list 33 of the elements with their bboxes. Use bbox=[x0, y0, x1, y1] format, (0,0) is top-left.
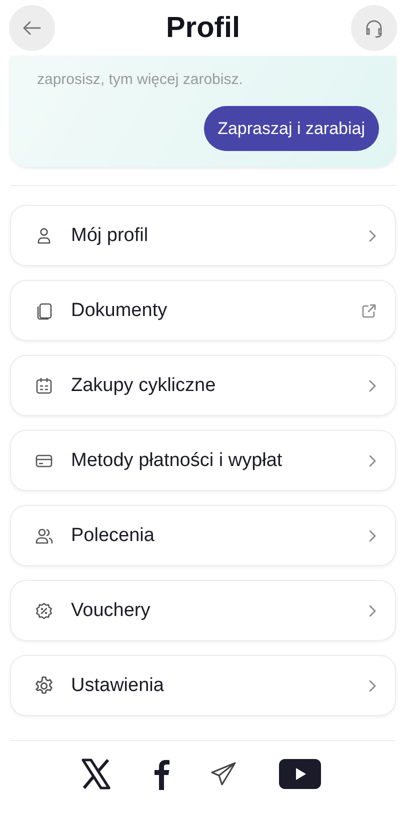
external-link-icon bbox=[361, 302, 377, 318]
page-title: Profil bbox=[166, 12, 240, 44]
menu-item[interactable]: Mój profil bbox=[10, 205, 396, 266]
invite-button[interactable]: Zapraszaj i zarabiaj bbox=[204, 106, 379, 151]
menu-item[interactable]: Polecenia bbox=[10, 505, 396, 566]
menu-item[interactable]: Zakupy cykliczne bbox=[10, 355, 396, 416]
chevron-right-icon bbox=[367, 528, 377, 542]
chevron-right-icon bbox=[367, 678, 377, 692]
calendar-icon bbox=[34, 376, 54, 396]
menu-label: Mój profil bbox=[71, 224, 150, 246]
menu-label: Dokumenty bbox=[71, 300, 168, 322]
chevron-right-icon bbox=[367, 604, 377, 618]
menu-label: Vouchery bbox=[71, 600, 152, 622]
menu-label: Polecenia bbox=[71, 524, 156, 546]
menu-item[interactable]: Metody płatności i wypłat bbox=[10, 430, 396, 491]
voucher-icon bbox=[34, 600, 54, 620]
youtube-icon[interactable] bbox=[278, 758, 322, 790]
paper-plane-icon[interactable] bbox=[210, 760, 238, 788]
support-button[interactable] bbox=[351, 5, 397, 51]
menu-item[interactable]: Ustawienia bbox=[10, 655, 396, 716]
referral-text: zaprosisz, tym więcej zarobisz. bbox=[37, 70, 244, 90]
menu-item[interactable]: Vouchery bbox=[10, 580, 396, 641]
menu-label: Zakupy cykliczne bbox=[71, 374, 217, 396]
chevron-right-icon bbox=[367, 228, 377, 242]
chevron-right-icon bbox=[367, 378, 377, 392]
facebook-icon[interactable] bbox=[152, 758, 170, 790]
menu-label: Ustawienia bbox=[71, 674, 165, 696]
chevron-right-icon bbox=[367, 454, 377, 468]
x-logo-icon[interactable] bbox=[80, 758, 112, 790]
back-arrow-icon bbox=[22, 20, 42, 36]
menu-label: Metody płatności i wypłat bbox=[71, 450, 284, 472]
settings-icon bbox=[33, 674, 55, 696]
menu-item[interactable]: Dokumenty bbox=[10, 280, 396, 341]
